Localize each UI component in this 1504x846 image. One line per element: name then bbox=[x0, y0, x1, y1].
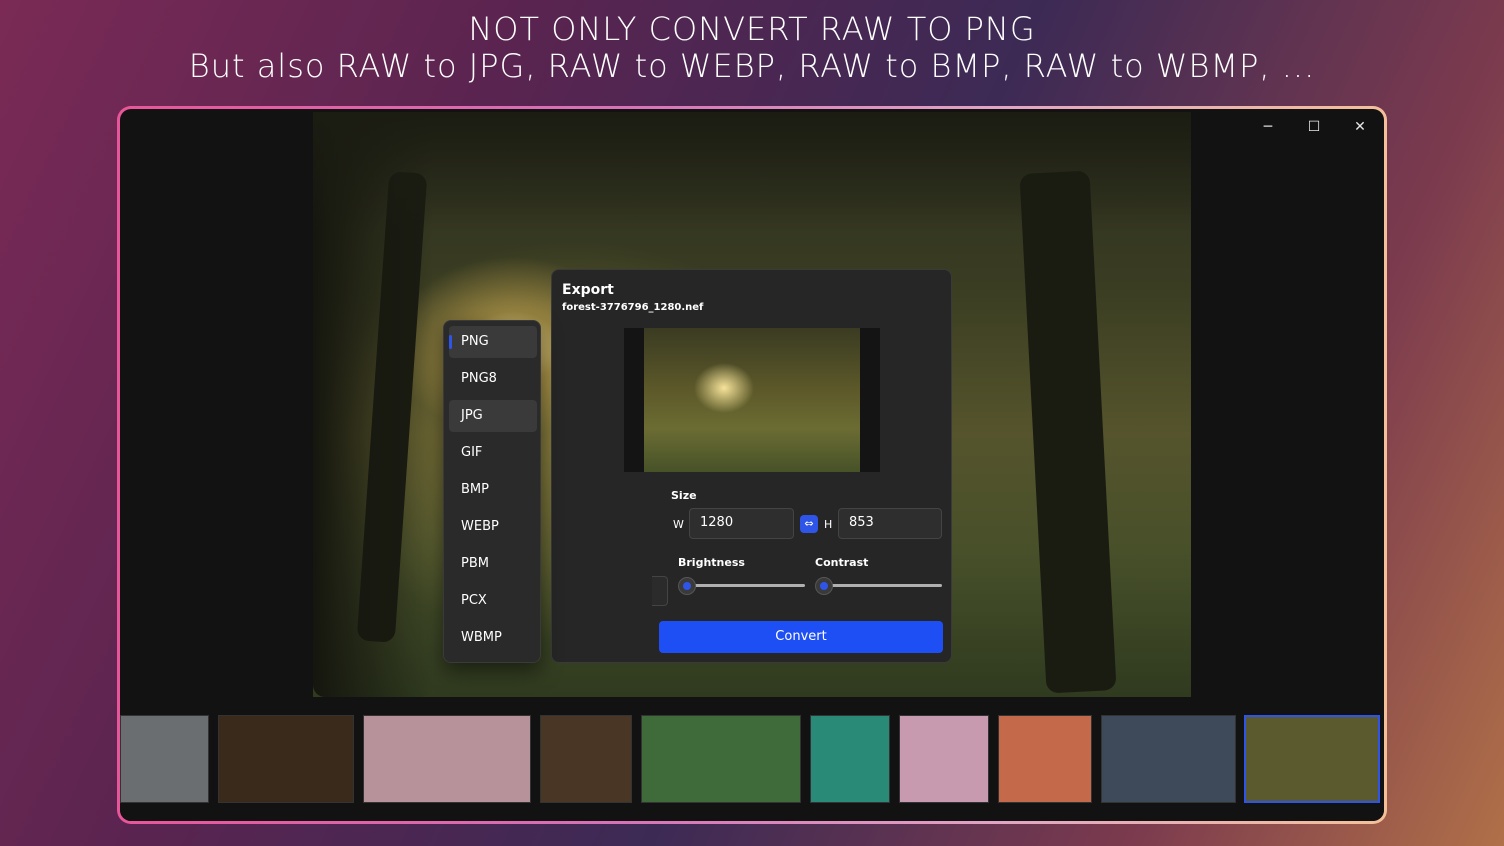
link-aspect-icon[interactable]: ⇔ bbox=[800, 515, 818, 533]
thumbnail[interactable] bbox=[641, 715, 801, 803]
format-option-bmp[interactable]: BMP bbox=[449, 474, 537, 506]
convert-button[interactable]: Convert bbox=[659, 621, 943, 653]
contrast-track[interactable] bbox=[817, 584, 942, 587]
thumbnail-selected[interactable] bbox=[1244, 715, 1380, 803]
height-input[interactable]: 853 bbox=[838, 508, 942, 539]
height-label: H bbox=[824, 518, 833, 531]
thumbnail[interactable] bbox=[899, 715, 989, 803]
size-label: Size bbox=[671, 489, 697, 502]
export-preview bbox=[624, 328, 880, 472]
thumbnail[interactable] bbox=[120, 715, 209, 803]
tree-trunk-right bbox=[1019, 170, 1117, 694]
format-dropdown: PNG PNG8 JPG GIF BMP WEBP PBM PCX WBMP bbox=[443, 320, 541, 663]
width-input[interactable]: 1280 bbox=[689, 508, 794, 539]
app-frame: ─ ☐ ✕ Export forest-3776796_1280.nef Siz… bbox=[117, 106, 1387, 824]
close-icon[interactable]: ✕ bbox=[1349, 119, 1371, 135]
brightness-thumb[interactable] bbox=[678, 577, 696, 595]
format-option-gif[interactable]: GIF bbox=[449, 437, 537, 469]
format-option-png[interactable]: PNG bbox=[449, 326, 537, 358]
format-option-label: PNG bbox=[461, 334, 489, 349]
banner-line-1: NOT ONLY CONVERT RAW TO PNG bbox=[468, 10, 1036, 48]
minimize-icon[interactable]: ─ bbox=[1257, 119, 1279, 135]
filmstrip bbox=[120, 697, 1384, 821]
banner-line-2: But also RAW to JPG, RAW to WEBP, RAW to… bbox=[188, 47, 1316, 85]
export-dialog: Export forest-3776796_1280.nef Size W 12… bbox=[551, 269, 952, 663]
selection-indicator bbox=[449, 335, 452, 349]
contrast-thumb[interactable] bbox=[815, 577, 833, 595]
export-preview-image bbox=[644, 328, 860, 472]
dialog-filename: forest-3776796_1280.nef bbox=[562, 302, 704, 313]
width-label: W bbox=[673, 518, 684, 531]
format-option-pcx[interactable]: PCX bbox=[449, 585, 537, 617]
app-window: ─ ☐ ✕ Export forest-3776796_1280.nef Siz… bbox=[120, 109, 1384, 821]
format-option-pbm[interactable]: PBM bbox=[449, 548, 537, 580]
brightness-label: Brightness bbox=[678, 556, 745, 569]
thumbnail[interactable] bbox=[1101, 715, 1236, 803]
format-option-webp[interactable]: WEBP bbox=[449, 511, 537, 543]
format-option-jpg[interactable]: JPG bbox=[449, 400, 537, 432]
canopy bbox=[313, 112, 1191, 232]
thumbnail[interactable] bbox=[363, 715, 531, 803]
thumbnail[interactable] bbox=[218, 715, 354, 803]
format-option-png8[interactable]: PNG8 bbox=[449, 363, 537, 395]
contrast-label: Contrast bbox=[815, 556, 869, 569]
brightness-track[interactable] bbox=[680, 584, 805, 587]
format-select[interactable] bbox=[652, 576, 668, 606]
thumbnail[interactable] bbox=[810, 715, 890, 803]
thumbnail[interactable] bbox=[540, 715, 632, 803]
format-option-wbmp[interactable]: WBMP bbox=[449, 622, 537, 654]
dialog-title: Export bbox=[562, 282, 614, 298]
maximize-icon[interactable]: ☐ bbox=[1303, 119, 1325, 135]
thumbnail[interactable] bbox=[998, 715, 1092, 803]
